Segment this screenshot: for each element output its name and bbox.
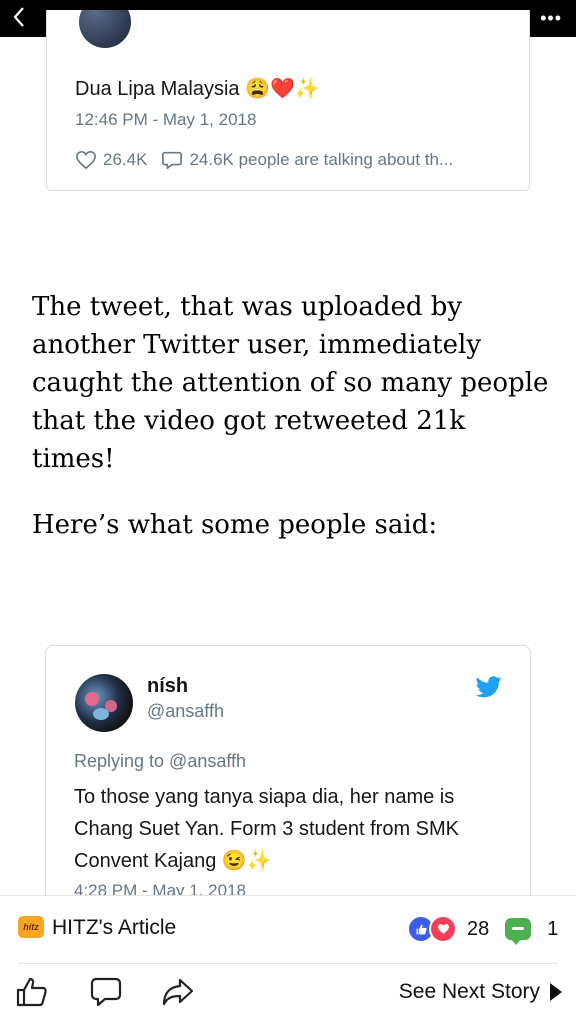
emoji-group: 😩❤️✨: [245, 78, 320, 100]
article-paragraph: Here’s what some people said:: [32, 510, 438, 540]
comment-button[interactable]: [88, 976, 124, 1012]
tweet-stats: 26.4K 24.6K people are talking about th.…: [75, 149, 453, 171]
bottom-bar: hitz HITZ's Article 28 1 See Next Story: [0, 895, 576, 1025]
tweet-timestamp[interactable]: 12:46 PM - May 1, 2018: [75, 110, 256, 130]
heart-icon[interactable]: [75, 150, 97, 171]
play-arrow-icon: [550, 983, 562, 1001]
avatar[interactable]: [75, 674, 133, 732]
talking-count[interactable]: 24.6K people are talking about th...: [189, 150, 453, 170]
source-title[interactable]: HITZ's Article: [52, 916, 176, 940]
love-reaction-icon: [429, 915, 457, 943]
more-options-icon[interactable]: •••: [540, 8, 562, 28]
see-next-story-button[interactable]: See Next Story: [399, 980, 562, 1004]
back-chevron-icon[interactable]: [8, 6, 30, 30]
hitz-logo[interactable]: hitz: [18, 916, 44, 938]
next-story-label: See Next Story: [398, 980, 540, 1003]
like-button[interactable]: [14, 976, 50, 1012]
reaction-count: 28: [467, 917, 490, 940]
comment-bubble-icon: [89, 976, 123, 1013]
tweet-text: To those yang tanya siapa dia, her name …: [74, 786, 459, 872]
reply-bubble-icon[interactable]: [161, 149, 183, 171]
emoji-group: 😉✨: [221, 850, 272, 872]
replying-to[interactable]: Replying to @ansaffh: [74, 751, 246, 772]
user-handle[interactable]: @ansaffh: [147, 701, 224, 722]
twitter-bird-icon[interactable]: [475, 676, 502, 703]
share-button[interactable]: [160, 976, 196, 1012]
embedded-tweet[interactable]: nísh @ansaffh Replying to @ansaffh To th…: [45, 645, 531, 905]
thumbs-up-icon: [15, 976, 49, 1013]
divider: [18, 963, 558, 964]
like-count: 26.4K: [103, 150, 148, 169]
comment-count-icon: [505, 918, 532, 945]
article-paragraph: The tweet, that was uploaded by another …: [32, 292, 549, 474]
embedded-tweet[interactable]: Dua Lipa Malaysia 😩❤️✨ 12:46 PM - May 1,…: [46, 10, 530, 191]
user-name[interactable]: nísh: [147, 675, 188, 698]
tweet-text: Dua Lipa Malaysia 😩❤️✨: [75, 78, 320, 100]
reaction-summary[interactable]: 28 1: [407, 915, 559, 945]
comment-count: 1: [547, 917, 559, 940]
share-arrow-icon: [161, 976, 195, 1013]
avatar: [79, 10, 131, 48]
